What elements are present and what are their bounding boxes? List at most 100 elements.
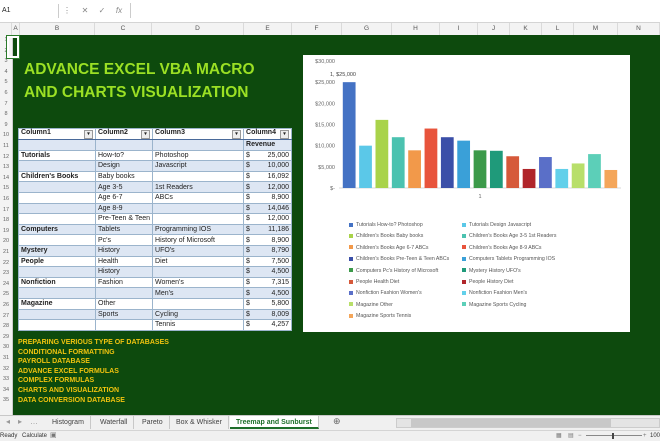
zoom-slider-thumb[interactable]: [612, 433, 614, 439]
row-header-6[interactable]: 6: [0, 88, 12, 99]
cell-subcategory[interactable]: [94, 319, 154, 331]
legend-entry[interactable]: Children's Books Baby books: [349, 233, 423, 239]
add-sheet-icon[interactable]: ⊕: [333, 416, 341, 427]
cell-revenue[interactable]: $8,009: [243, 308, 293, 321]
cell-item[interactable]: Women's: [152, 276, 245, 289]
bar-8[interactable]: [457, 140, 471, 188]
revenue-chart[interactable]: $30,000 $25,000 $20,000 $15,000 $10,000 $5,00…: [303, 55, 630, 332]
row-header-27[interactable]: 27: [0, 311, 12, 322]
cell-subcategory[interactable]: Tablets: [94, 223, 154, 236]
cell-revenue[interactable]: $12,000: [243, 181, 293, 193]
cell-category[interactable]: [18, 319, 96, 331]
legend-entry[interactable]: Magazine Sports Cycling: [462, 302, 526, 308]
row-header-25[interactable]: 25: [0, 289, 12, 300]
legend-entry[interactable]: Magazine Other: [349, 302, 393, 308]
row-header-31[interactable]: 31: [0, 353, 12, 364]
bar-5[interactable]: [408, 150, 421, 188]
formula-input[interactable]: [130, 3, 659, 18]
cell-subcategory[interactable]: Age 8-9: [94, 202, 154, 215]
header-column4[interactable]: Column4 ▾: [243, 128, 293, 140]
cell-item[interactable]: 1st Readers: [152, 181, 245, 193]
cell-subcategory[interactable]: How-to?: [94, 149, 154, 162]
cell-item[interactable]: ABCs: [152, 191, 245, 204]
cell[interactable]: [94, 139, 154, 151]
row-header-34[interactable]: 34: [0, 385, 12, 396]
cell-category[interactable]: [18, 181, 96, 193]
select-all-corner[interactable]: [0, 23, 12, 35]
cell-category[interactable]: [18, 308, 96, 321]
column-header-f[interactable]: F: [292, 23, 342, 35]
scroll-left-icon[interactable]: ◂: [6, 417, 10, 426]
tab-histogram[interactable]: Histogram: [46, 416, 91, 429]
column-header-c[interactable]: C: [95, 23, 152, 35]
cell-subcategory[interactable]: Sports: [94, 308, 154, 321]
row-header-30[interactable]: 30: [0, 342, 12, 353]
column-header-k[interactable]: K: [510, 23, 542, 35]
column-header-b[interactable]: B: [20, 23, 95, 35]
column-header-h[interactable]: H: [392, 23, 440, 35]
legend-entry[interactable]: People Health Diet: [349, 279, 399, 285]
column-header-a[interactable]: A: [12, 23, 20, 35]
legend-entry[interactable]: Tutorials Design Javascript: [462, 222, 531, 228]
cell-revenue[interactable]: $8,790: [243, 244, 293, 257]
legend-entry[interactable]: Children's Books Age 3-5 1st Readers: [462, 233, 557, 239]
row-header-15[interactable]: 15: [0, 183, 12, 194]
cell-revenue[interactable]: $8,900: [243, 191, 293, 204]
row-header-22[interactable]: 22: [0, 258, 12, 269]
cell-category[interactable]: [18, 287, 96, 299]
cell-subcategory[interactable]: Baby books: [94, 170, 154, 183]
cell-item[interactable]: UFO's: [152, 244, 245, 257]
cell-category[interactable]: [18, 266, 96, 278]
cell-revenue[interactable]: $12,000: [243, 213, 293, 225]
legend-entry[interactable]: Nonfiction Fashion Men's: [462, 290, 527, 296]
bar-7[interactable]: [440, 137, 454, 188]
bar-15[interactable]: [571, 163, 585, 188]
legend-entry[interactable]: Nonfiction Fashion Women's: [349, 290, 422, 296]
row-header-23[interactable]: 23: [0, 268, 12, 279]
cell-item[interactable]: [152, 170, 245, 183]
cell-revenue[interactable]: $11,186: [243, 223, 293, 236]
cell-revenue[interactable]: $10,000: [243, 160, 293, 172]
row-header-19[interactable]: 19: [0, 226, 12, 237]
cell-subcategory[interactable]: Pc's: [94, 234, 154, 246]
row-header-12[interactable]: 12: [0, 152, 12, 163]
legend-entry[interactable]: Magazine Sports Tennis: [349, 313, 411, 319]
cell-subcategory[interactable]: History: [94, 244, 154, 257]
cell-category[interactable]: Tutorials: [18, 149, 96, 162]
cell-revenue[interactable]: $5,800: [243, 297, 293, 310]
cell-revenue[interactable]: $7,315: [243, 276, 293, 289]
cell-item[interactable]: Photoshop: [152, 149, 245, 162]
row-header-10[interactable]: 10: [0, 130, 12, 141]
bar-14[interactable]: [555, 168, 569, 188]
cell-subcategory[interactable]: Health: [94, 255, 154, 268]
cell-subcategory[interactable]: Age 6-7: [94, 191, 154, 204]
filter-dropdown-icon[interactable]: ▾: [84, 130, 93, 139]
cell-revenue[interactable]: $25,000: [243, 149, 293, 162]
insert-function-icon[interactable]: fx: [112, 4, 126, 18]
cell-category[interactable]: Nonfiction: [18, 276, 96, 289]
legend-entry[interactable]: Mystery History UFO's: [462, 268, 521, 274]
cell-subcategory[interactable]: History: [94, 266, 154, 278]
more-sheets-icon[interactable]: …: [30, 417, 38, 426]
bar-12[interactable]: [522, 168, 536, 188]
cell-category[interactable]: [18, 234, 96, 246]
column-header-m[interactable]: M: [574, 23, 618, 35]
cell-subcategory[interactable]: Design: [94, 160, 154, 172]
cell-item[interactable]: History of Microsoft: [152, 234, 245, 246]
row-header-5[interactable]: 5: [0, 77, 12, 88]
selected-cell[interactable]: [6, 35, 20, 59]
bar-1[interactable]: [342, 82, 356, 188]
row-header-28[interactable]: 28: [0, 321, 12, 332]
row-header-26[interactable]: 26: [0, 300, 12, 311]
bar-3[interactable]: [375, 119, 389, 188]
column-header-j[interactable]: J: [478, 23, 510, 35]
name-box[interactable]: A1: [0, 4, 59, 18]
row-header-7[interactable]: 7: [0, 99, 12, 110]
cell-revenue[interactable]: $4,500: [243, 266, 293, 278]
legend-entry[interactable]: People History Diet: [462, 279, 513, 285]
row-header-17[interactable]: 17: [0, 205, 12, 216]
tab-waterfall[interactable]: Waterfall: [94, 416, 135, 429]
cell-item[interactable]: [152, 297, 245, 310]
column-header-i[interactable]: I: [440, 23, 478, 35]
cell-subcategory[interactable]: [94, 287, 154, 299]
